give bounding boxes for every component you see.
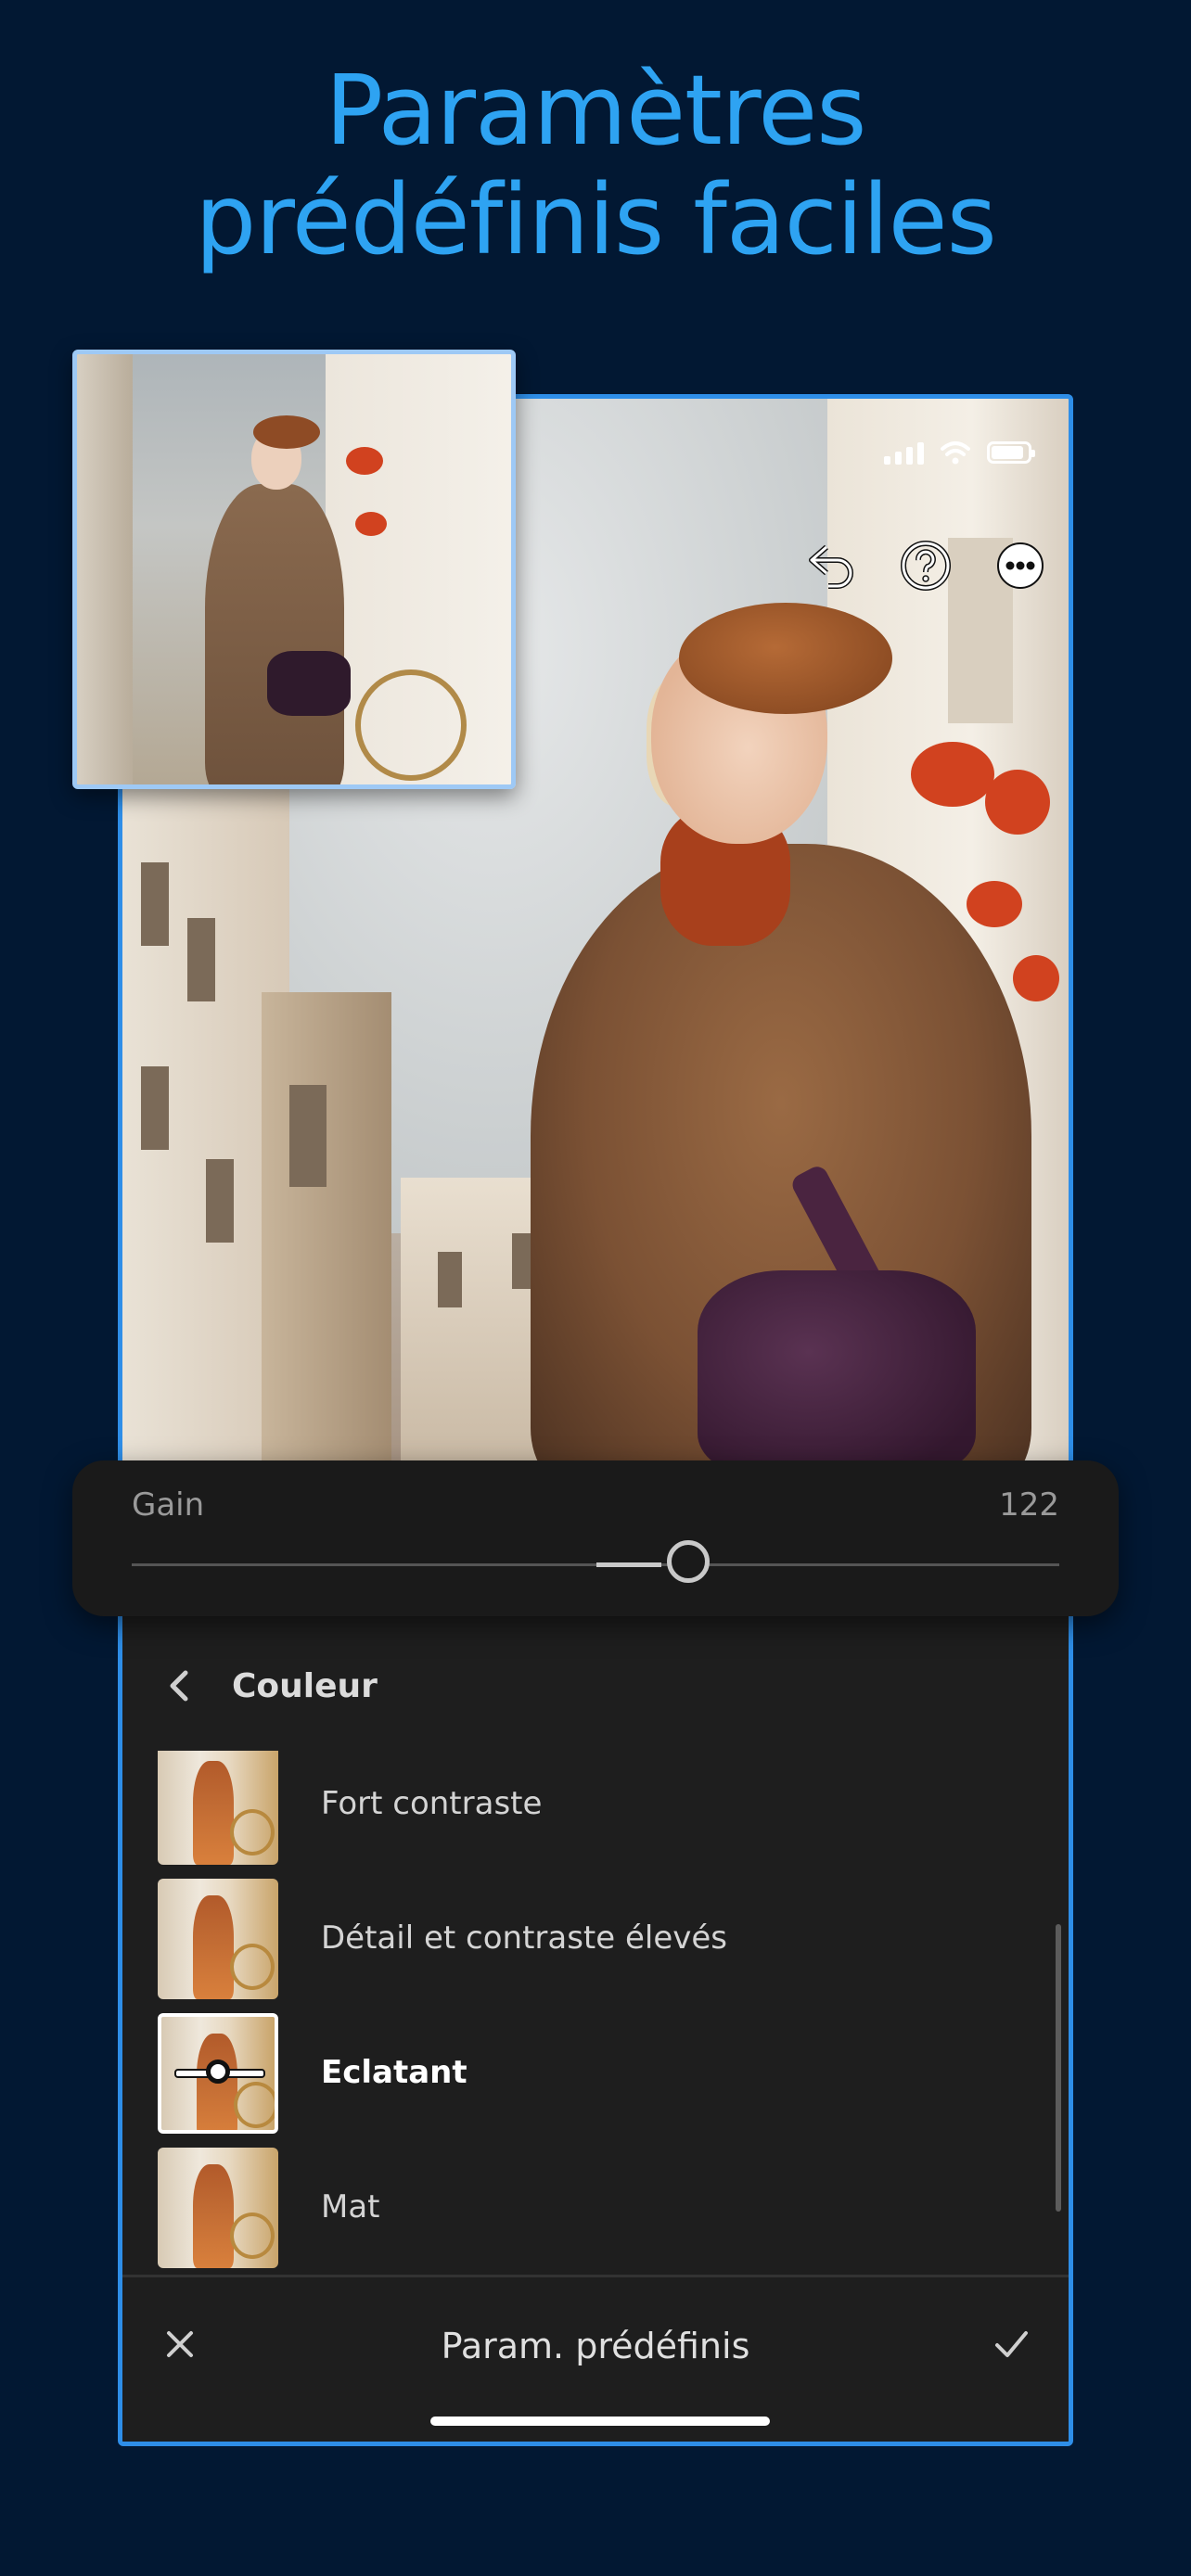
preset-item-mat[interactable]: Mat [158, 2148, 992, 2268]
footer-bar: Param. prédéfinis [122, 2275, 1069, 2442]
preset-scrollbar[interactable] [1056, 1924, 1061, 2212]
gain-slider-panel: Gain 122 [72, 1460, 1119, 1616]
wifi-icon [941, 441, 970, 465]
preset-thumbnail [158, 1751, 278, 1865]
preset-label: Détail et contraste élevés [321, 1919, 728, 1957]
gain-slider-track[interactable] [132, 1563, 1059, 1566]
footer-title: Param. prédéfinis [441, 2326, 750, 2366]
preset-item-detail-contraste[interactable]: Détail et contraste élevés [158, 1879, 992, 1999]
preset-item-fort-contraste[interactable]: Fort contraste [158, 1751, 992, 1865]
undo-icon[interactable] [801, 536, 861, 595]
preset-label: Eclatant [321, 2054, 467, 2091]
panel-header: Couleur [122, 1621, 1069, 1753]
gain-slider-fill [596, 1562, 661, 1567]
help-icon[interactable] [896, 536, 955, 595]
gain-label: Gain [132, 1486, 205, 1524]
battery-icon [987, 441, 1035, 464]
preset-thumbnail [158, 2148, 278, 2268]
more-icon[interactable] [991, 536, 1050, 595]
gain-value: 122 [999, 1486, 1059, 1524]
home-indicator [430, 2417, 770, 2426]
signal-icon [884, 440, 924, 465]
preset-thumbnail-selected [158, 2013, 278, 2134]
preset-thumbnail [158, 1879, 278, 1999]
photo-toolbar [801, 536, 1050, 595]
before-photo-inset [72, 350, 516, 789]
panel-title: Couleur [232, 1667, 378, 1705]
preset-list: Fort contraste Détail et contraste élevé… [122, 1751, 1069, 2275]
preset-label: Fort contraste [321, 1785, 543, 1822]
chevron-left-icon[interactable] [160, 1665, 200, 1706]
headline-line-1: Paramètres [325, 54, 867, 167]
preset-label: Mat [321, 2188, 380, 2225]
headline-line-2: prédéfinis faciles [195, 163, 997, 276]
status-bar [884, 440, 1035, 465]
checkmark-icon[interactable] [985, 2318, 1037, 2370]
headline: Paramètres prédéfinis faciles [0, 56, 1191, 274]
gain-slider-knob[interactable] [667, 1540, 710, 1583]
preset-item-eclatant[interactable]: Eclatant [158, 2013, 992, 2134]
